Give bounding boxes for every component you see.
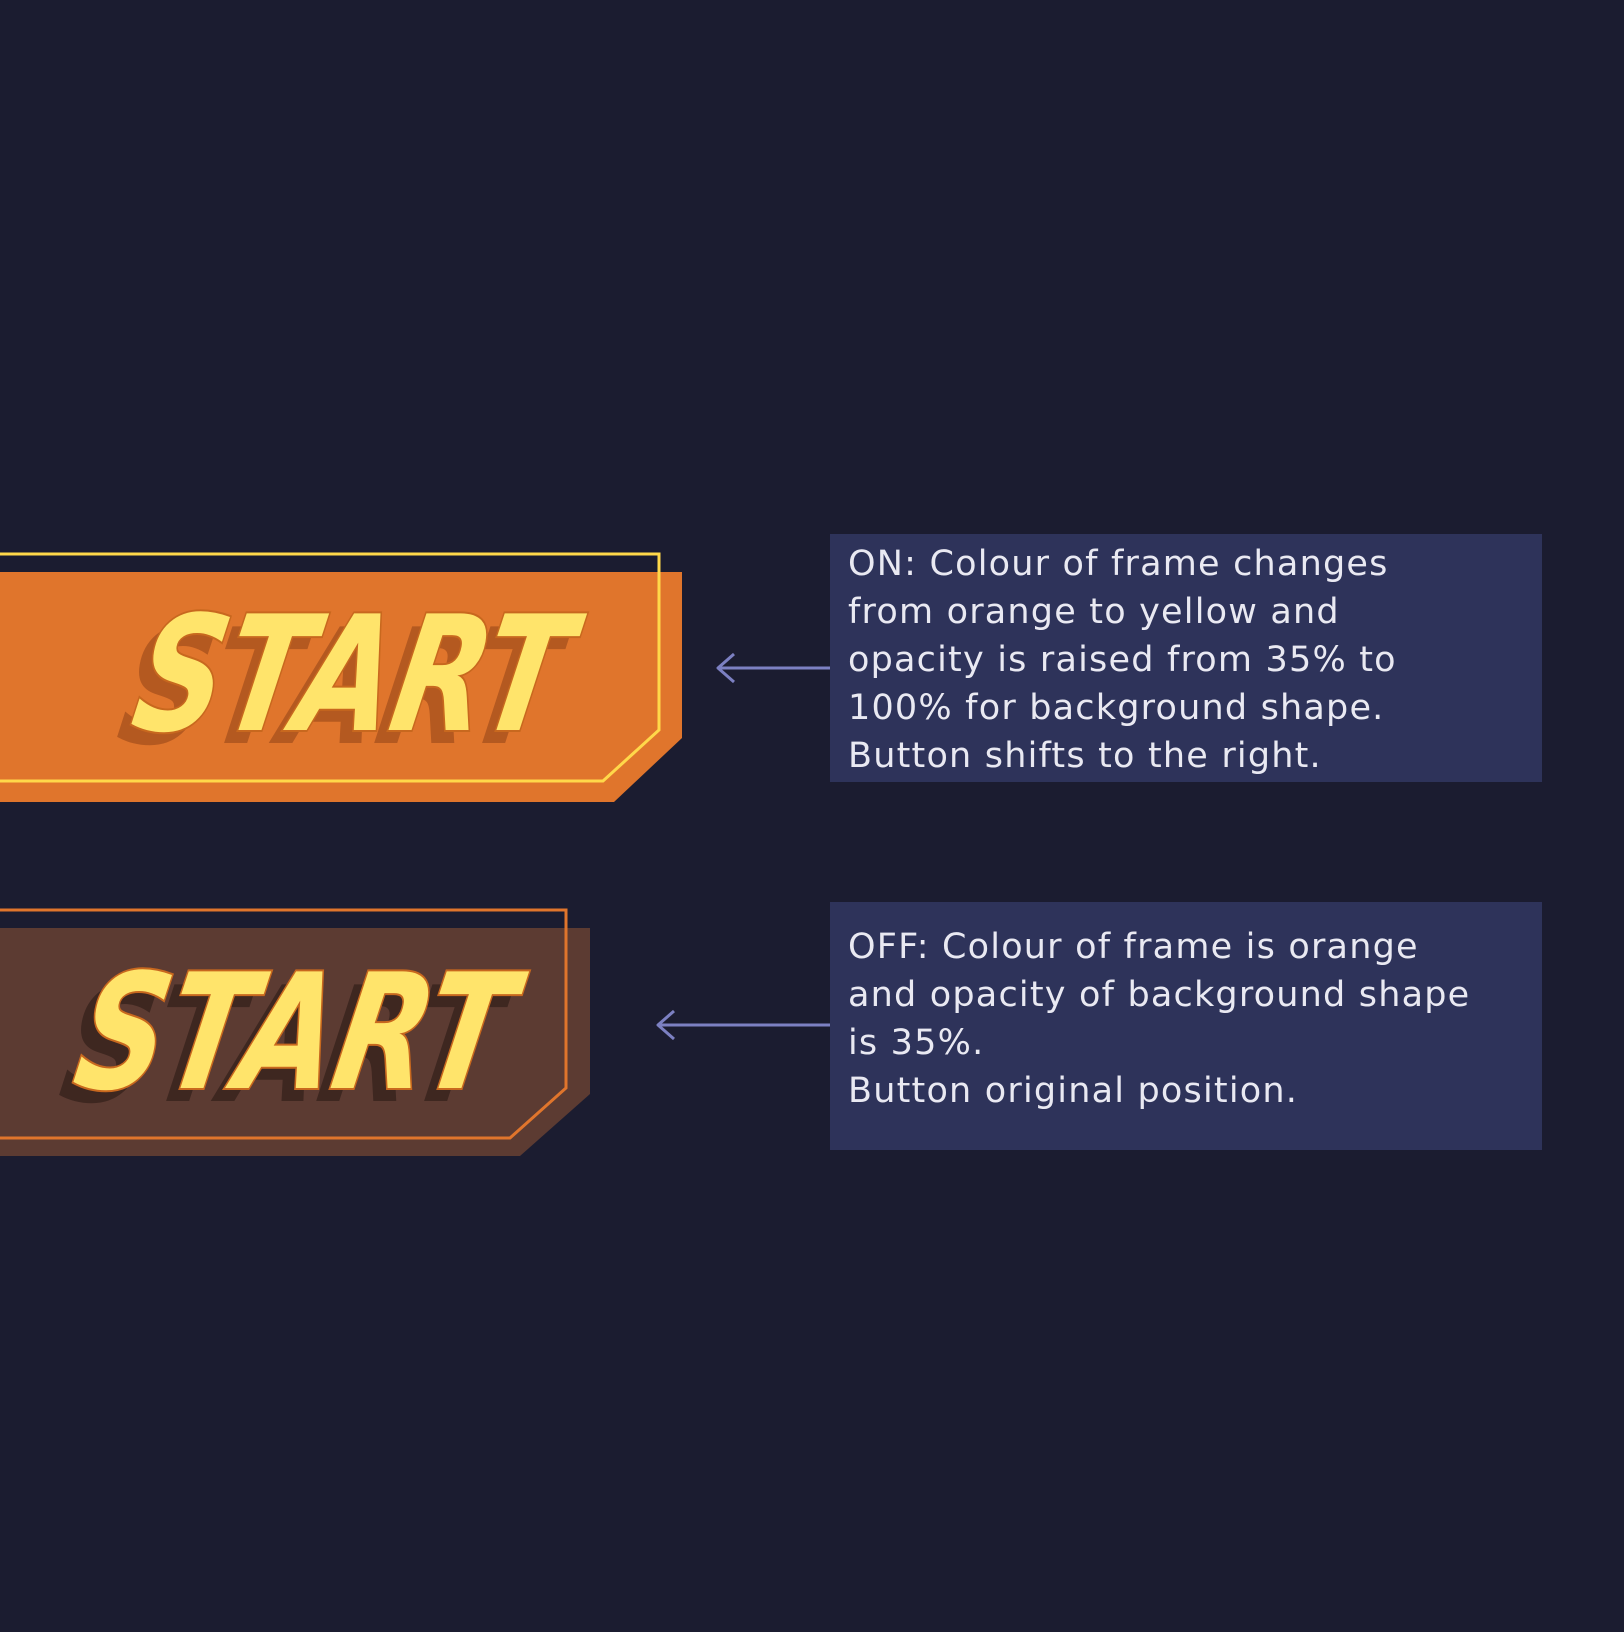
- off-start-label-group: START START: [49, 938, 537, 1140]
- note-line: Button original position.: [848, 1071, 1299, 1111]
- arrow-left-icon: [656, 1009, 830, 1041]
- on-start-label: START: [122, 582, 593, 769]
- note-line: is 35%.: [848, 1023, 985, 1063]
- note-line: OFF: Colour of frame is orange: [848, 927, 1419, 967]
- note-line: from orange to yellow and: [848, 592, 1340, 632]
- on-state-note: ON: Colour of frame changes from orange …: [830, 534, 1542, 782]
- off-start-label: START: [64, 940, 535, 1127]
- start-button-on[interactable]: START START: [0, 540, 700, 810]
- arrow-left-icon: [716, 652, 830, 684]
- off-state-note: OFF: Colour of frame is orange and opaci…: [830, 902, 1542, 1150]
- note-line: Button shifts to the right.: [848, 736, 1322, 776]
- note-line: 100% for background shape.: [848, 688, 1385, 728]
- note-line: and opacity of background shape: [848, 975, 1471, 1015]
- start-button-off[interactable]: START START: [0, 898, 620, 1168]
- note-line: ON: Colour of frame changes: [848, 544, 1389, 584]
- on-start-label-group: START START: [107, 580, 595, 782]
- note-line: opacity is raised from 35% to: [848, 640, 1397, 680]
